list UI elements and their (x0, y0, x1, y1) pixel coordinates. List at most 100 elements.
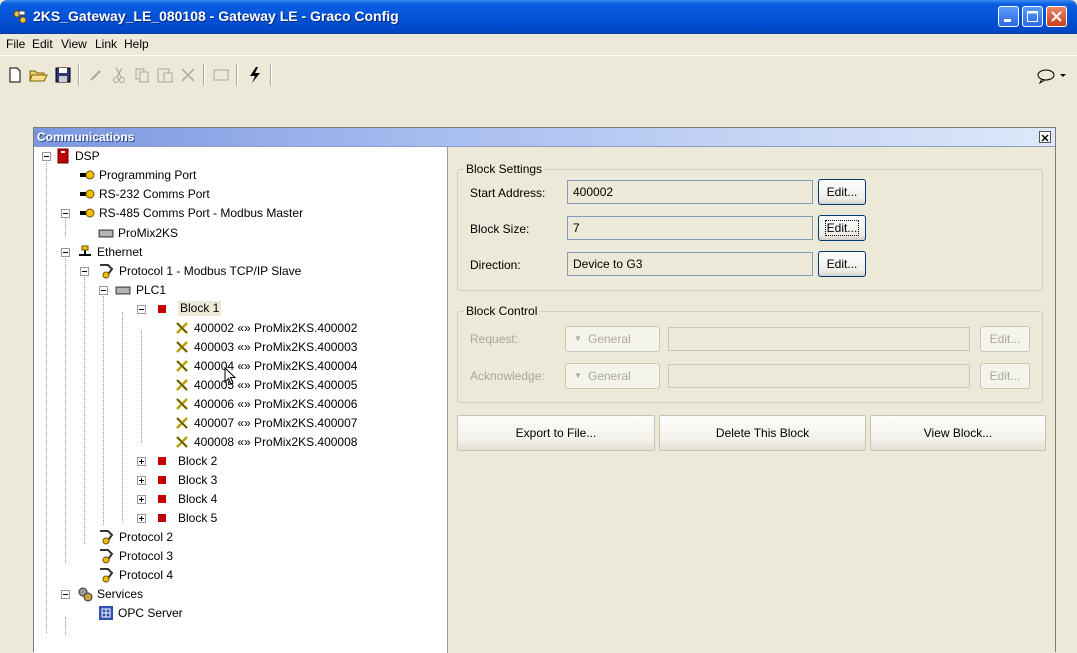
paste-icon[interactable] (154, 64, 176, 86)
toolbar (0, 55, 1077, 118)
delete-icon[interactable] (177, 64, 199, 86)
communications-panel: Communications DSP Programming Port RS-2… (33, 127, 1056, 653)
tree-node-mapping[interactable]: 400003 «» ProMix2KS.400003 (174, 338, 434, 356)
collapse-toggle[interactable] (137, 305, 146, 314)
tree-node-promix[interactable]: ProMix2KS (98, 224, 398, 242)
request-source-dropdown[interactable]: ▼ General (565, 326, 660, 352)
menu-view[interactable]: View (61, 37, 87, 51)
toolbar-separator (203, 64, 205, 86)
tree-node-block5[interactable]: Block 5 (137, 509, 337, 527)
collapse-toggle[interactable] (80, 267, 89, 276)
chat-dropdown-icon[interactable] (1034, 64, 1072, 86)
acknowledge-field[interactable] (668, 364, 970, 388)
mapping-icon (176, 417, 188, 429)
opc-server-icon (99, 606, 113, 620)
tree-node-rs232[interactable]: RS-232 Comms Port (79, 185, 379, 203)
tree-node-protocol2[interactable]: Protocol 2 (98, 528, 298, 546)
new-file-icon[interactable] (4, 64, 26, 86)
block-size-edit-button[interactable]: Edit... (818, 215, 866, 241)
acknowledge-source-dropdown[interactable]: ▼ General (565, 363, 660, 389)
block-properties-pane: Block Settings Start Address: 400002 Edi… (448, 147, 1055, 653)
request-field[interactable] (668, 327, 970, 351)
collapse-toggle[interactable] (99, 286, 108, 295)
pencil-icon[interactable] (85, 64, 107, 86)
gears-icon (78, 587, 93, 602)
menu-file[interactable]: File (6, 37, 25, 51)
request-edit-button[interactable]: Edit... (980, 326, 1030, 352)
window-title: 2KS_Gateway_LE_080108 - Gateway LE - Gra… (33, 8, 399, 24)
port-icon (80, 170, 95, 180)
tree-node-plc1[interactable]: PLC1 (99, 281, 399, 299)
tree-line (141, 331, 142, 443)
menu-help[interactable]: Help (124, 37, 149, 51)
expand-toggle[interactable] (137, 514, 146, 523)
tree-node-block2[interactable]: Block 2 (137, 452, 337, 470)
tree-node-services[interactable]: Services (61, 585, 261, 603)
device-icon (115, 286, 131, 295)
close-button[interactable] (1046, 6, 1067, 27)
title-bar[interactable]: 2KS_Gateway_LE_080108 - Gateway LE - Gra… (0, 0, 1077, 34)
window-icon[interactable] (210, 64, 232, 86)
tree-node-mapping[interactable]: 400005 «» ProMix2KS.400005 (174, 376, 434, 394)
minimize-button[interactable] (998, 6, 1019, 27)
tree-node-ethernet[interactable]: Ethernet (61, 243, 361, 261)
view-block-button[interactable]: View Block... (870, 415, 1046, 451)
protocol-icon (100, 530, 114, 545)
expand-toggle[interactable] (137, 457, 146, 466)
lightning-icon[interactable] (244, 64, 266, 86)
direction-field[interactable]: Device to G3 (567, 252, 813, 276)
maximize-button[interactable] (1022, 6, 1043, 27)
tree-node-rs485[interactable]: RS-485 Comms Port - Modbus Master (61, 204, 381, 222)
menu-edit[interactable]: Edit (32, 37, 53, 51)
tree-node-block1[interactable]: Block 1 (137, 300, 437, 318)
tree-node-mapping[interactable]: 400007 «» ProMix2KS.400007 (174, 414, 434, 432)
block-size-label: Block Size: (470, 222, 530, 236)
protocol-icon (100, 568, 114, 583)
tree-node-opc-server[interactable]: OPC Server (98, 604, 298, 622)
tree-node-mapping[interactable]: 400006 «» ProMix2KS.400006 (174, 395, 434, 413)
tree-line (103, 293, 104, 525)
maximize-icon (1027, 11, 1038, 22)
export-to-file-button[interactable]: Export to File... (457, 415, 655, 451)
acknowledge-edit-button[interactable]: Edit... (980, 363, 1030, 389)
panel-close-button[interactable] (1039, 131, 1051, 143)
tree-node-protocol1[interactable]: Protocol 1 - Modbus TCP/IP Slave (80, 262, 400, 280)
tree-node-mapping[interactable]: 400002 «» ProMix2KS.400002 (174, 319, 434, 337)
toolbar-separator (78, 64, 80, 86)
block-size-field[interactable]: 7 (567, 216, 813, 240)
tree-node-dsp[interactable]: DSP (42, 147, 342, 165)
request-label: Request: (470, 332, 519, 346)
tree-node-mapping[interactable]: 400008 «» ProMix2KS.400008 (174, 433, 434, 451)
tree-node-protocol3[interactable]: Protocol 3 (98, 547, 298, 565)
panel-header: Communications (34, 128, 1055, 147)
expand-toggle[interactable] (137, 495, 146, 504)
close-icon (1041, 134, 1049, 142)
direction-edit-button[interactable]: Edit... (818, 251, 866, 277)
mapping-icon (176, 398, 188, 410)
open-folder-icon[interactable] (27, 64, 49, 86)
cut-icon[interactable] (108, 64, 130, 86)
device-icon (98, 229, 114, 238)
collapse-toggle[interactable] (61, 248, 70, 257)
tree-node-block4[interactable]: Block 4 (137, 490, 337, 508)
start-address-edit-button[interactable]: Edit... (818, 179, 866, 205)
tree-node-block3[interactable]: Block 3 (137, 471, 337, 489)
tree-node-mapping[interactable]: 400004 «» ProMix2KS.400004 (174, 357, 434, 375)
save-icon[interactable] (52, 64, 74, 86)
tree-node-programming-port[interactable]: Programming Port (79, 166, 379, 184)
port-icon (80, 208, 95, 218)
start-address-field[interactable]: 400002 (567, 180, 813, 204)
collapse-toggle[interactable] (61, 209, 70, 218)
delete-block-button[interactable]: Delete This Block (659, 415, 866, 451)
tree-line (46, 157, 47, 633)
minimize-icon (1004, 19, 1011, 22)
collapse-toggle[interactable] (61, 590, 70, 599)
collapse-toggle[interactable] (42, 152, 51, 161)
copy-icon[interactable] (131, 64, 153, 86)
gateway-app-icon (13, 10, 27, 24)
expand-toggle[interactable] (137, 476, 146, 485)
menu-link[interactable]: Link (95, 37, 117, 51)
mapping-icon (176, 360, 188, 372)
comms-tree[interactable]: DSP Programming Port RS-232 Comms Port R… (34, 147, 448, 653)
tree-node-protocol4[interactable]: Protocol 4 (98, 566, 298, 584)
